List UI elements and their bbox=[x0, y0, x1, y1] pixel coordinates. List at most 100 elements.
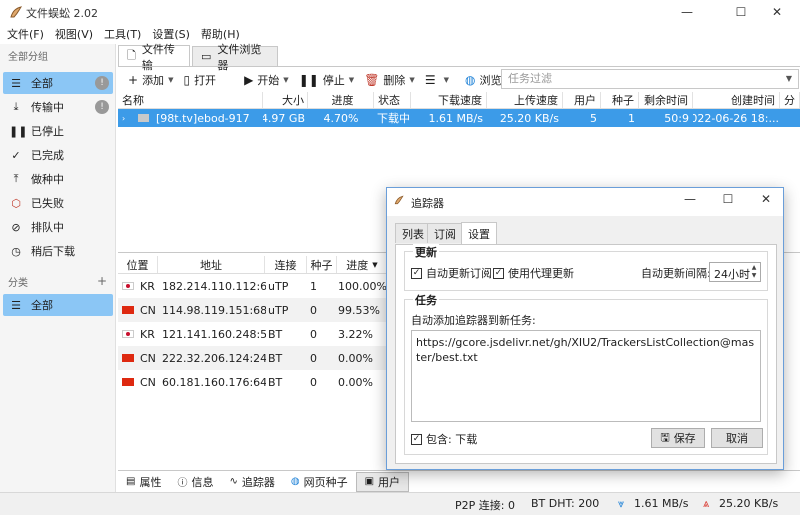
dialog-tab-settings[interactable]: 设置 bbox=[461, 222, 497, 244]
menu-file[interactable]: 文件(F) bbox=[0, 26, 48, 42]
include-download-checkbox[interactable]: ✓ 包含: 下载 bbox=[411, 431, 477, 447]
stepper-arrows-icon[interactable]: ▲ ▼ bbox=[749, 264, 759, 280]
sidebar-item-queued[interactable]: ⊘ 排队中 bbox=[3, 216, 113, 238]
peer-progress: 100.00% bbox=[338, 279, 387, 293]
interval-stepper[interactable]: 24小时 ▲ ▼ bbox=[709, 262, 761, 282]
peer-row[interactable]: KR 182.214.110.112:6... uTP 1 100.00% bbox=[118, 274, 388, 298]
col-seeds[interactable]: 种子 bbox=[601, 92, 639, 108]
sidebar-item-completed[interactable]: ✓ 已完成 bbox=[3, 144, 113, 166]
error-icon: ⬡ bbox=[11, 196, 21, 210]
col-down-speed[interactable]: 下载速度 bbox=[411, 92, 487, 108]
use-proxy-checkbox[interactable]: ✓ 使用代理更新 bbox=[493, 265, 574, 281]
tab-trackers[interactable]: ∿ 追踪器 bbox=[221, 472, 282, 492]
info-icon: ⓘ bbox=[177, 478, 188, 489]
task-name: [98t.tv]ebod-917 bbox=[156, 111, 250, 125]
open-button[interactable]: ▯ 打开 bbox=[183, 72, 216, 88]
update-group-label: 更新 bbox=[413, 244, 439, 260]
table-row[interactable]: › [98t.tv]ebod-917 4.97 GB 4.70% 下载中 1.6… bbox=[118, 109, 800, 127]
task-up-speed: 25.20 KB/s bbox=[499, 111, 559, 125]
menu-bar: 文件(F) 视图(V) 工具(T) 设置(S) 帮助(H) bbox=[0, 24, 800, 44]
peer-seeds: 0 bbox=[310, 303, 317, 317]
peer-connection: uTP bbox=[268, 279, 289, 293]
tab-properties[interactable]: ▤ 属性 bbox=[118, 472, 169, 492]
peer-row[interactable]: KR 121.141.160.248:5... BT 0 3.22% bbox=[118, 322, 388, 346]
chevron-down-icon[interactable]: ▼ bbox=[786, 70, 792, 88]
dialog-close-button[interactable]: ✕ bbox=[751, 192, 781, 206]
save-button[interactable]: 🖫 保存 bbox=[651, 428, 705, 448]
peers-table-header: 位置 地址 连接 种子 进度 ▼ bbox=[118, 256, 388, 274]
tab-web-seeds[interactable]: ◍ 网页种子 bbox=[283, 472, 356, 492]
task-created: 2022-06-26 18:... bbox=[693, 111, 779, 125]
sidebar-item-later[interactable]: ◷ 稍后下载 bbox=[3, 240, 113, 262]
col-peer-progress[interactable]: 进度 ▼ bbox=[337, 256, 388, 273]
peer-row[interactable]: CN 114.98.119.151:6881 uTP 0 99.53% bbox=[118, 298, 388, 322]
auto-update-checkbox[interactable]: ✓ 自动更新订阅 bbox=[411, 265, 492, 281]
sidebar-item-failed[interactable]: ⬡ 已失败 bbox=[3, 192, 113, 214]
peer-seeds: 0 bbox=[310, 327, 317, 341]
folder-icon: ▭ bbox=[201, 50, 212, 63]
col-location[interactable]: 位置 bbox=[118, 256, 158, 273]
sidebar-item-all[interactable]: ☰ 全部 ! bbox=[3, 72, 113, 94]
delete-button[interactable]: 🗑 删除 ▼ bbox=[364, 72, 415, 88]
close-button[interactable]: ✕ bbox=[754, 0, 800, 24]
col-address[interactable]: 地址 bbox=[158, 256, 265, 273]
dialog-tab-subscribe[interactable]: 订阅 bbox=[427, 223, 463, 243]
menu-tools[interactable]: 工具(T) bbox=[97, 26, 145, 42]
col-progress[interactable]: 进度 bbox=[308, 92, 374, 108]
task-filter-input[interactable]: 任务过滤 ▼ bbox=[501, 69, 799, 89]
auto-add-label: 自动添加追踪器到新任务: bbox=[411, 314, 536, 327]
col-size[interactable]: 大小 bbox=[263, 92, 308, 108]
sidebar-item-seeding[interactable]: ⤒ 做种中 bbox=[3, 168, 113, 190]
col-peer-seeds[interactable]: 种子 bbox=[307, 256, 337, 273]
users-icon: ▣ bbox=[364, 476, 375, 487]
detail-tabs: ▤ 属性 ⓘ 信息 ∿ 追踪器 ◍ 网页种子 ▣ 用户 bbox=[118, 470, 800, 492]
dialog-minimize-button[interactable]: — bbox=[675, 192, 705, 206]
flag-icon bbox=[122, 378, 134, 386]
peer-row[interactable]: CN 60.181.160.176:64... BT 0 0.00% bbox=[118, 370, 388, 394]
download-icon: ⤓ bbox=[13, 100, 19, 113]
check-icon: ✓ bbox=[11, 148, 21, 162]
peer-row[interactable]: CN 222.32.206.124:24... BT 0 0.00% bbox=[118, 346, 388, 370]
sort-down-icon: ▼ bbox=[372, 260, 378, 269]
add-button[interactable]: + 添加 ▼ bbox=[128, 72, 173, 88]
sidebar-item-downloading[interactable]: ⤓ 传输中 ! bbox=[3, 96, 113, 118]
tab-transfer[interactable]: 🗋 文件传输 bbox=[118, 43, 190, 72]
col-category[interactable]: 分 bbox=[780, 92, 800, 108]
tab-file-browser[interactable]: ▭ 文件浏览器 bbox=[192, 43, 278, 72]
menu-icon: ☰ bbox=[424, 72, 436, 87]
menu-view[interactable]: 视图(V) bbox=[48, 26, 97, 42]
sidebar-item-stopped[interactable]: ❚❚ 已停止 bbox=[3, 120, 113, 142]
dialog-tab-list[interactable]: 列表 bbox=[395, 223, 431, 243]
peer-connection: BT bbox=[268, 351, 283, 365]
category-item-all[interactable]: ☰ 全部 bbox=[3, 294, 113, 316]
task-size: 4.97 GB bbox=[263, 111, 305, 125]
col-name[interactable]: 名称 bbox=[118, 92, 263, 108]
tab-peers[interactable]: ▣ 用户 bbox=[355, 471, 410, 492]
col-remaining[interactable]: 剩余时间 bbox=[639, 92, 693, 108]
expand-arrow-icon[interactable]: › bbox=[122, 109, 132, 127]
tab-info[interactable]: ⓘ 信息 bbox=[169, 472, 221, 492]
file-icon bbox=[138, 109, 150, 127]
open-icon: ▯ bbox=[183, 72, 191, 87]
task-users: 5 bbox=[590, 111, 597, 125]
col-created[interactable]: 创建时间 bbox=[693, 92, 780, 108]
more-menu-button[interactable]: ☰ ▼ bbox=[425, 73, 449, 87]
add-category-button[interactable]: + bbox=[97, 274, 107, 288]
peer-location: KR bbox=[122, 322, 160, 346]
peer-connection: BT bbox=[268, 375, 283, 389]
dialog-title: 追踪器 bbox=[411, 197, 444, 210]
col-connection[interactable]: 连接 bbox=[265, 256, 307, 273]
cancel-button[interactable]: 取消 bbox=[711, 428, 763, 448]
interval-value: 24小时 bbox=[714, 268, 750, 281]
minimize-button[interactable]: — bbox=[664, 0, 710, 24]
tracker-url-textarea[interactable]: https://gcore.jsdelivr.net/gh/XIU2/Track… bbox=[411, 330, 761, 422]
col-up-speed[interactable]: 上传速度 bbox=[487, 92, 563, 108]
properties-icon: ▤ bbox=[126, 476, 136, 487]
start-button[interactable]: ▶ 开始 ▼ bbox=[244, 72, 289, 88]
col-status[interactable]: 状态 bbox=[374, 92, 411, 108]
plus-icon: + bbox=[128, 72, 139, 87]
dialog-maximize-button[interactable]: ☐ bbox=[713, 192, 743, 206]
stop-button[interactable]: ❚❚ 停止 ▼ bbox=[299, 72, 355, 88]
task-table-header: 名称 大小 进度 状态 下载速度 上传速度 用户 种子 剩余时间 创建时间 分 bbox=[118, 92, 800, 109]
col-users[interactable]: 用户 bbox=[563, 92, 601, 108]
